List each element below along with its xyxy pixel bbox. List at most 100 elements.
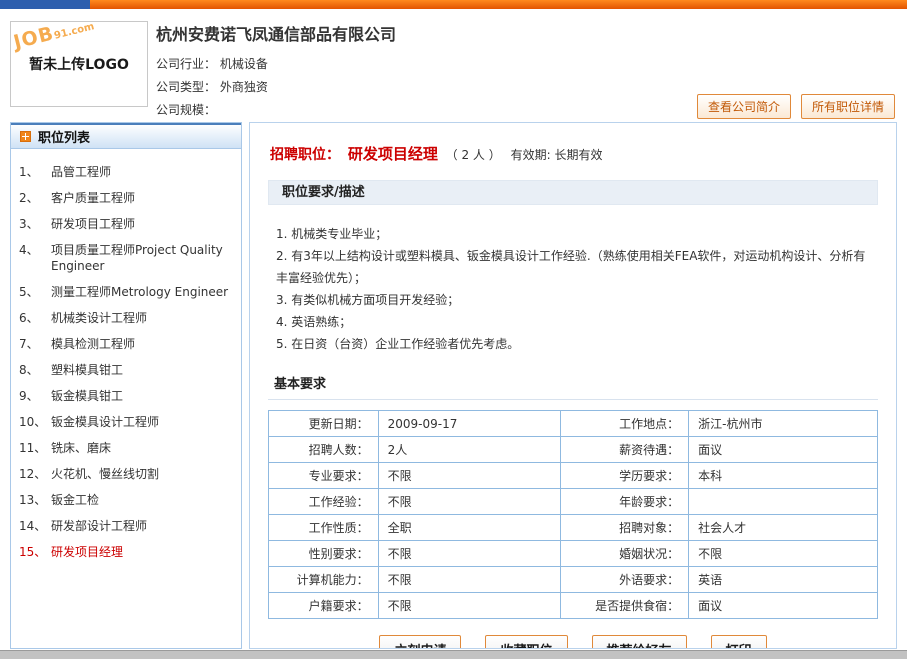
job-title-line: 招聘职位： 研发项目经理 （ 2 人 ） 有效期: 长期有效 — [270, 143, 878, 164]
table-row: 更新日期： 2009-09-17 工作地点： 浙江-杭州市 — [269, 411, 878, 437]
top-strip-blue-segment — [0, 0, 90, 9]
table-row: 招聘人数： 2人 薪资待遇： 面议 — [269, 437, 878, 463]
job-item-number: 14、 — [19, 518, 51, 534]
job-list-title: 职位列表 — [38, 127, 90, 146]
job-item-label: 钣金工检 — [51, 492, 233, 508]
company-header: JOB91.com 暂未上传LOGO 杭州安费诺飞凤通信部品有限公司 公司行业：… — [0, 9, 907, 121]
grid-icon — [20, 131, 31, 142]
req-value: 不限 — [689, 541, 878, 567]
sidebar-item-job-3[interactable]: 3、 研发项目工程师 — [17, 211, 235, 237]
print-button[interactable]: 打印 — [711, 635, 767, 649]
sidebar-item-job-10[interactable]: 10、 钣金模具设计工程师 — [17, 409, 235, 435]
req-label: 性别要求： — [269, 541, 379, 567]
job-description: 1. 机械类专业毕业； 2. 有3年以上结构设计或塑料模具、钣金模具设计工作经验… — [268, 219, 878, 369]
table-row: 专业要求： 不限 学历要求： 本科 — [269, 463, 878, 489]
job-description-section-header: 职位要求/描述 — [268, 180, 878, 205]
table-row: 工作性质： 全职 招聘对象： 社会人才 — [269, 515, 878, 541]
job-item-label: 品管工程师 — [51, 164, 233, 180]
req-value: 全职 — [378, 515, 561, 541]
req-label: 婚姻状况： — [561, 541, 689, 567]
sidebar-item-job-9[interactable]: 9、 钣金模具钳工 — [17, 383, 235, 409]
job-item-label: 钣金模具设计工程师 — [51, 414, 233, 430]
job-count: （ 2 人 ） — [446, 148, 501, 162]
job-item-label: 钣金模具钳工 — [51, 388, 233, 404]
watermark-text-small: 91.com — [53, 21, 95, 42]
job-item-number: 6、 — [19, 310, 51, 326]
top-color-strip — [0, 0, 907, 9]
job-item-label: 塑料模具钳工 — [51, 362, 233, 378]
favorite-job-button[interactable]: 收藏职位 — [485, 635, 567, 649]
job-item-number: 10、 — [19, 414, 51, 430]
company-industry-row: 公司行业： 机械设备 — [156, 53, 907, 76]
sidebar-item-job-15-active[interactable]: 15、 研发项目经理 — [17, 539, 235, 565]
req-label: 工作性质： — [269, 515, 379, 541]
req-label: 工作地点： — [561, 411, 689, 437]
job-item-number: 7、 — [19, 336, 51, 352]
sidebar-item-job-5[interactable]: 5、 测量工程师Metrology Engineer — [17, 279, 235, 305]
description-line: 3. 有类似机械方面项目开发经验； — [276, 289, 872, 311]
company-type-value: 外商独资 — [220, 80, 268, 94]
sidebar-item-job-11[interactable]: 11、 铣床、磨床 — [17, 435, 235, 461]
req-value: 不限 — [378, 567, 561, 593]
action-buttons: 立刻申请 收藏职位 推荐给好友 打印 — [268, 635, 878, 649]
job-list-header: 职位列表 — [11, 123, 241, 149]
job-item-number: 13、 — [19, 492, 51, 508]
sidebar-item-job-8[interactable]: 8、 塑料模具钳工 — [17, 357, 235, 383]
req-label: 户籍要求： — [269, 593, 379, 619]
req-label: 外语要求： — [561, 567, 689, 593]
sidebar-item-job-12[interactable]: 12、 火花机、慢丝线切割 — [17, 461, 235, 487]
job-item-label: 客户质量工程师 — [51, 190, 233, 206]
apply-now-button[interactable]: 立刻申请 — [379, 635, 461, 649]
req-value: 不限 — [378, 593, 561, 619]
job-item-number: 8、 — [19, 362, 51, 378]
req-label: 是否提供食宿： — [561, 593, 689, 619]
sidebar-item-job-13[interactable]: 13、 钣金工检 — [17, 487, 235, 513]
req-value: 2009-09-17 — [378, 411, 561, 437]
description-line: 5. 在日资（台资）企业工作经验者优先考虑。 — [276, 333, 872, 355]
company-name: 杭州安费诺飞凤通信部品有限公司 — [156, 21, 907, 45]
job-item-label: 模具检测工程师 — [51, 336, 233, 352]
company-industry-label: 公司行业： — [156, 57, 216, 71]
job-detail-panel: 招聘职位： 研发项目经理 （ 2 人 ） 有效期: 长期有效 职位要求/描述 1… — [249, 122, 897, 649]
job-item-label: 火花机、慢丝线切割 — [51, 466, 233, 482]
req-value: 浙江-杭州市 — [689, 411, 878, 437]
description-line: 1. 机械类专业毕业； — [276, 223, 872, 245]
sidebar-item-job-6[interactable]: 6、 机械类设计工程师 — [17, 305, 235, 331]
view-company-intro-button[interactable]: 查看公司简介 — [697, 94, 791, 119]
job-label: 招聘职位： — [270, 147, 340, 163]
description-line: 4. 英语熟练； — [276, 311, 872, 333]
bottom-gray-strip — [0, 650, 907, 659]
watermark-logo: JOB91.com — [12, 21, 96, 53]
req-value: 不限 — [378, 541, 561, 567]
header-buttons: 查看公司简介 所有职位详情 — [697, 94, 895, 119]
table-row: 户籍要求： 不限 是否提供食宿： 面议 — [269, 593, 878, 619]
table-row: 工作经验： 不限 年龄要求： — [269, 489, 878, 515]
req-value: 本科 — [689, 463, 878, 489]
sidebar-item-job-2[interactable]: 2、 客户质量工程师 — [17, 185, 235, 211]
job-title: 研发项目经理 — [348, 145, 438, 163]
job-item-number: 5、 — [19, 284, 51, 300]
sidebar-item-job-14[interactable]: 14、 研发部设计工程师 — [17, 513, 235, 539]
req-value: 社会人才 — [689, 515, 878, 541]
all-jobs-detail-button[interactable]: 所有职位详情 — [801, 94, 895, 119]
req-value: 不限 — [378, 463, 561, 489]
company-industry-value: 机械设备 — [220, 57, 268, 71]
job-item-label: 测量工程师Metrology Engineer — [51, 284, 233, 300]
sidebar-item-job-7[interactable]: 7、 模具检测工程师 — [17, 331, 235, 357]
req-label: 工作经验： — [269, 489, 379, 515]
requirements-table: 更新日期： 2009-09-17 工作地点： 浙江-杭州市 招聘人数： 2人 薪… — [268, 410, 878, 619]
job-validity: 有效期: 长期有效 — [511, 148, 603, 162]
req-value: 面议 — [689, 593, 878, 619]
req-value: 面议 — [689, 437, 878, 463]
job-list: 1、 品管工程师 2、 客户质量工程师 3、 研发项目工程师 4、 项目质量工程… — [11, 149, 241, 565]
recommend-to-friend-button[interactable]: 推荐给好友 — [592, 635, 687, 649]
job-item-number: 3、 — [19, 216, 51, 232]
req-label: 更新日期： — [269, 411, 379, 437]
req-label: 学历要求： — [561, 463, 689, 489]
sidebar-item-job-1[interactable]: 1、 品管工程师 — [17, 159, 235, 185]
req-value — [689, 489, 878, 515]
company-scale-label: 公司规模： — [156, 103, 216, 117]
job-item-label: 铣床、磨床 — [51, 440, 233, 456]
job-item-number: 1、 — [19, 164, 51, 180]
sidebar-item-job-4[interactable]: 4、 项目质量工程师Project Quality Engineer — [17, 237, 235, 279]
